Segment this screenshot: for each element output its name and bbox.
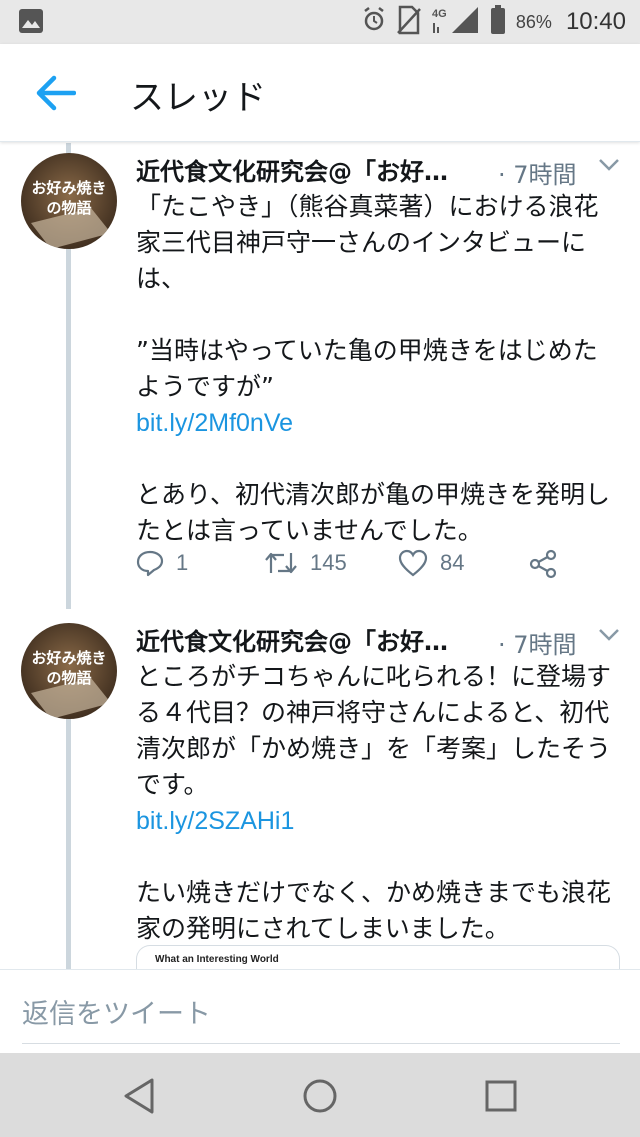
status-bar: 4G 86% 10:40 (0, 0, 640, 44)
avatar[interactable]: お好み焼き の物語 (21, 153, 117, 249)
tweet-link[interactable]: bit.ly/2SZAHi1 (136, 807, 294, 835)
page-title: スレッド (130, 78, 266, 118)
reply-placeholder: 返信をツイート (22, 999, 211, 1030)
link-card[interactable]: What an Interesting World (136, 945, 620, 969)
reply-count: 1 (176, 550, 189, 575)
triangle-back-icon (124, 1078, 154, 1114)
avatar[interactable]: お好み焼き の物語 (21, 623, 117, 719)
back-button[interactable] (30, 70, 80, 116)
battery-percent: 86% (515, 11, 552, 32)
svg-text:の物語: の物語 (46, 199, 91, 217)
chevron-down-icon[interactable] (598, 627, 620, 646)
thread-timeline[interactable]: お好み焼き の物語 近代食文化研究会@「お好… · 7時間 「たこやき」（熊谷真… (0, 143, 640, 969)
app-header: スレッド (0, 44, 640, 142)
square-recents-icon (485, 1080, 517, 1112)
retweet-count: 145 (310, 550, 347, 575)
svg-text:の物語: の物語 (46, 669, 91, 687)
nav-home-button[interactable] (297, 1073, 343, 1119)
chevron-down-icon[interactable] (598, 157, 620, 176)
like-count: 84 (440, 550, 465, 575)
svg-text:4G: 4G (432, 8, 447, 20)
reply-icon (136, 550, 164, 577)
svg-text:お好み焼き: お好み焼き (31, 179, 106, 197)
heart-icon (398, 549, 428, 577)
tweet-time: · 7時間 (498, 161, 577, 189)
retweet-icon (265, 552, 297, 574)
tweet-text: 「たこやき」（熊谷真菜著）における浪花家三代目神戸守一さんのインタビューには、 … (136, 192, 611, 545)
gallery-icon (18, 8, 44, 38)
reply-input[interactable]: 返信をツイート (22, 970, 620, 1044)
tweet[interactable]: お好み焼き の物語 近代食文化研究会@「お好… · 7時間 ところがチコちゃんに… (0, 613, 640, 969)
svg-text:お好み焼き: お好み焼き (31, 649, 106, 667)
tweet-actions: 1 145 84 (136, 549, 620, 585)
reply-button[interactable]: 1 (136, 549, 188, 577)
share-icon (529, 549, 557, 579)
author-name[interactable]: 近代食文化研究会@「お好… (136, 152, 448, 187)
cellular-signal-icon: 4G (432, 5, 480, 39)
retweet-button[interactable]: 145 (264, 549, 347, 577)
author-name[interactable]: 近代食文化研究会@「お好… (136, 622, 448, 657)
navigation-bar (0, 1053, 640, 1137)
battery-icon (490, 5, 506, 39)
tweet-text: ところがチコちゃんに叱られる！に登場する４代目？の神戸将守さんによると、初代清次… (136, 662, 612, 943)
circle-home-icon (303, 1079, 337, 1113)
alarm-icon (362, 6, 386, 38)
clock: 10:40 (565, 8, 626, 35)
back-arrow-icon (36, 75, 76, 111)
card-title: What an Interesting World (155, 954, 279, 965)
tweet-time: · 7時間 (498, 631, 577, 659)
no-sim-icon (396, 5, 422, 39)
like-button[interactable]: 84 (398, 549, 464, 577)
nav-back-button[interactable] (116, 1073, 162, 1119)
tweet[interactable]: お好み焼き の物語 近代食文化研究会@「お好… · 7時間 「たこやき」（熊谷真… (0, 143, 640, 613)
nav-recents-button[interactable] (478, 1073, 524, 1119)
reply-bar: 返信をツイート (0, 969, 640, 1053)
share-button[interactable] (528, 549, 558, 579)
tweet-link[interactable]: bit.ly/2Mf0nVe (136, 409, 293, 437)
